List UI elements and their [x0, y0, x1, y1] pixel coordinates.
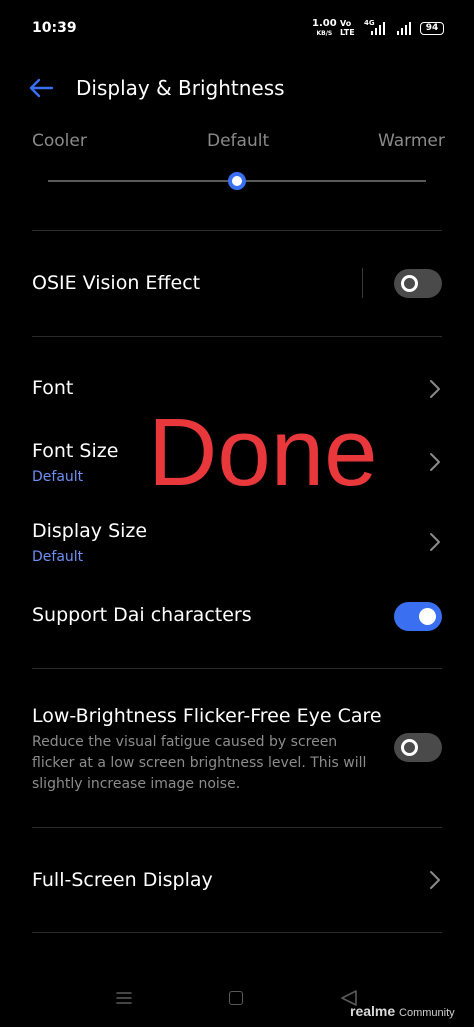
chevron-right-icon[interactable]	[429, 870, 441, 890]
volte-bottom: LTE	[340, 28, 355, 37]
osie-vision-effect-toggle[interactable]	[394, 269, 442, 298]
chevron-right-icon[interactable]	[429, 452, 441, 472]
cooler-label: Cooler	[32, 131, 87, 151]
eye-care-label: Low-Brightness Flicker-Free Eye Care	[32, 705, 382, 727]
eye-care-toggle[interactable]	[394, 733, 442, 762]
status-time: 10:39	[32, 20, 77, 36]
eye-care-description: Reduce the visual fatigue caused by scre…	[32, 734, 367, 792]
divider	[32, 668, 442, 669]
back-arrow-icon[interactable]	[28, 78, 54, 98]
done-annotation: Done	[148, 399, 378, 506]
watermark-suffix: Community	[399, 1007, 455, 1019]
page-title: Display & Brightness	[76, 76, 285, 100]
font-label[interactable]: Font	[32, 377, 73, 399]
divider	[32, 827, 442, 828]
display-size-label[interactable]: Display Size	[32, 520, 147, 542]
font-size-label[interactable]: Font Size	[32, 440, 118, 462]
support-dai-toggle[interactable]	[394, 602, 442, 631]
default-label: Default	[207, 131, 270, 151]
volte-indicator: Vo LTE	[340, 19, 355, 37]
osie-vision-effect-label: OSIE Vision Effect	[32, 272, 201, 294]
network-speed-unit: KB/S	[316, 30, 333, 37]
network-speed: 1.00 KB/S	[312, 19, 337, 38]
volte-top: Vo	[340, 19, 352, 28]
toggle-knob	[401, 739, 418, 756]
chevron-right-icon[interactable]	[429, 532, 441, 552]
network-speed-value: 1.00	[312, 18, 337, 29]
full-screen-display-label[interactable]: Full-Screen Display	[32, 869, 213, 891]
display-size-value: Default	[32, 549, 84, 565]
toggle-knob	[419, 608, 436, 625]
slider-thumb[interactable]	[228, 172, 246, 190]
toggle-knob	[401, 275, 418, 292]
signal-icon-secondary	[397, 22, 411, 35]
signal-icon	[371, 22, 385, 35]
vertical-separator	[362, 268, 363, 298]
divider	[32, 336, 442, 337]
warmer-label: Warmer	[378, 131, 445, 151]
chevron-right-icon[interactable]	[429, 379, 441, 399]
divider	[32, 230, 442, 231]
battery-indicator: 94	[420, 22, 444, 35]
menu-nav-icon[interactable]	[116, 991, 132, 1005]
support-dai-label: Support Dai characters	[32, 604, 252, 626]
home-nav-icon[interactable]	[229, 991, 243, 1005]
watermark-brand: realme	[350, 1003, 396, 1019]
divider	[32, 932, 442, 933]
font-size-value: Default	[32, 469, 84, 485]
realme-community-watermark: realme Community	[350, 1003, 455, 1019]
